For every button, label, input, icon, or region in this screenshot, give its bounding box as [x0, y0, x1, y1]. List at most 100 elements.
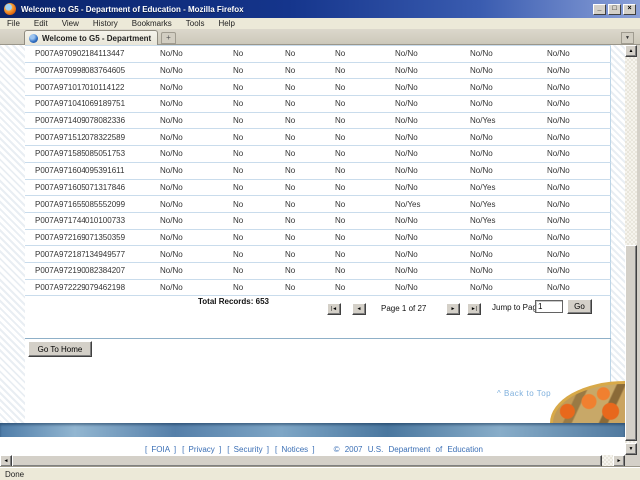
menu-view[interactable]: View	[55, 19, 86, 28]
tab-list-dropdown-icon[interactable]: ▼	[621, 32, 634, 44]
foia-link[interactable]: [ FOIA ]	[145, 445, 176, 454]
menu-help[interactable]: Help	[211, 19, 241, 28]
table-cell: No	[285, 229, 335, 246]
table-cell: 085051753	[85, 146, 160, 163]
table-cell: No/No	[160, 212, 233, 229]
table-cell: P007A970902	[25, 46, 85, 63]
table-cell: No	[335, 262, 395, 279]
table-cell: No/No	[160, 146, 233, 163]
table-cell: No/No	[160, 229, 233, 246]
menu-bookmarks[interactable]: Bookmarks	[125, 19, 179, 28]
vertical-scrollbar[interactable]: ▲ ▼	[625, 45, 637, 455]
go-button[interactable]: Go	[567, 299, 592, 314]
table-cell: No/No	[470, 62, 547, 79]
vertical-scrollbar-thumb[interactable]	[625, 245, 637, 441]
table-cell: No/No	[470, 129, 547, 146]
new-tab-button[interactable]: +	[161, 32, 176, 44]
table-cell: No	[233, 62, 285, 79]
table-cell: No/No	[160, 246, 233, 263]
menu-bar: File Edit View History Bookmarks Tools H…	[0, 18, 640, 29]
table-cell: No/No	[395, 62, 470, 79]
table-row: P007A972229079462198No/NoNoNoNoNo/NoNo/N…	[25, 279, 611, 296]
security-link[interactable]: [ Security ]	[227, 445, 269, 454]
jump-to-page-label: Jump to Page	[492, 303, 541, 312]
table-cell: No/No	[395, 146, 470, 163]
table-cell: No/No	[470, 279, 547, 296]
table-cell: No/Yes	[470, 112, 547, 129]
notices-link[interactable]: [ Notices ]	[275, 445, 315, 454]
table-cell: No/No	[547, 279, 611, 296]
minimize-button[interactable]: _	[593, 4, 606, 15]
footer-photo-band	[0, 423, 625, 437]
status-bar: Done	[0, 467, 640, 480]
table-cell: No/No	[547, 179, 611, 196]
table-row: P007A971409078082336No/NoNoNoNoNo/NoNo/Y…	[25, 112, 611, 129]
table-cell: No/No	[395, 162, 470, 179]
table-cell: No	[335, 179, 395, 196]
table-cell: 071317846	[85, 179, 160, 196]
page-indicator: Page 1 of 27	[381, 304, 426, 313]
table-cell: No	[233, 279, 285, 296]
table-cell: No/No	[160, 162, 233, 179]
table-cell: No/No	[547, 146, 611, 163]
menu-history[interactable]: History	[86, 19, 125, 28]
close-button[interactable]: ×	[623, 4, 636, 15]
scroll-right-icon[interactable]: ►	[613, 455, 625, 467]
menu-file[interactable]: File	[0, 19, 27, 28]
table-cell: No	[233, 196, 285, 213]
first-page-button[interactable]: |◄	[327, 303, 341, 315]
table-cell: No	[335, 62, 395, 79]
g5-favicon-icon	[29, 34, 38, 43]
table-cell: No	[285, 212, 335, 229]
table-cell: 078082336	[85, 112, 160, 129]
table-cell: No/No	[395, 262, 470, 279]
table-cell: No/No	[547, 79, 611, 96]
scroll-down-icon[interactable]: ▼	[625, 443, 637, 455]
table-cell: No	[335, 96, 395, 113]
privacy-link[interactable]: [ Privacy ]	[182, 445, 221, 454]
table-cell: P007A972187	[25, 246, 85, 263]
tab-label: Welcome to G5 - Department of Edu...	[42, 34, 153, 43]
table-cell: No	[285, 62, 335, 79]
table-cell: No/No	[547, 112, 611, 129]
table-cell: No	[335, 46, 395, 63]
table-cell: P007A971604	[25, 162, 85, 179]
scroll-up-icon[interactable]: ▲	[625, 45, 637, 57]
table-cell: No/No	[160, 112, 233, 129]
table-cell: No	[335, 229, 395, 246]
menu-edit[interactable]: Edit	[27, 19, 55, 28]
menu-tools[interactable]: Tools	[179, 19, 212, 28]
horizontal-scrollbar-thumb[interactable]	[12, 455, 602, 467]
table-cell: No/No	[547, 229, 611, 246]
scroll-left-icon[interactable]: ◄	[0, 455, 12, 467]
prev-page-button[interactable]: ◄	[352, 303, 366, 315]
jump-to-page-input[interactable]	[535, 300, 563, 313]
table-cell: No/No	[547, 96, 611, 113]
active-tab[interactable]: Welcome to G5 - Department of Edu...	[24, 30, 158, 45]
table-row: P007A971512078322589No/NoNoNoNoNo/NoNo/N…	[25, 129, 611, 146]
table-cell: No/No	[160, 46, 233, 63]
back-to-top-link[interactable]: ^ Back to Top	[497, 389, 551, 398]
table-cell: 134949577	[85, 246, 160, 263]
table-cell: No	[335, 162, 395, 179]
table-cell: No/No	[547, 212, 611, 229]
table-cell: No	[335, 246, 395, 263]
table-cell: No	[335, 196, 395, 213]
go-to-home-button[interactable]: Go To Home	[28, 341, 92, 357]
last-page-button[interactable]: ►|	[467, 303, 481, 315]
table-cell: No/No	[547, 196, 611, 213]
table-cell: No/No	[160, 196, 233, 213]
table-cell: No/No	[547, 162, 611, 179]
table-cell: P007A971017	[25, 79, 85, 96]
table-cell: No/No	[395, 229, 470, 246]
table-cell: No/No	[547, 46, 611, 63]
total-records-label: Total Records: 653	[198, 297, 269, 306]
table-cell: 069189751	[85, 96, 160, 113]
table-cell: No/No	[395, 246, 470, 263]
table-cell: No/No	[395, 179, 470, 196]
window-title: Welcome to G5 - Department of Education …	[21, 5, 593, 14]
next-page-button[interactable]: ►	[446, 303, 460, 315]
horizontal-scrollbar[interactable]: ◄ ►	[0, 455, 625, 467]
restore-button[interactable]: □	[608, 4, 621, 15]
table-cell: No/No	[160, 129, 233, 146]
